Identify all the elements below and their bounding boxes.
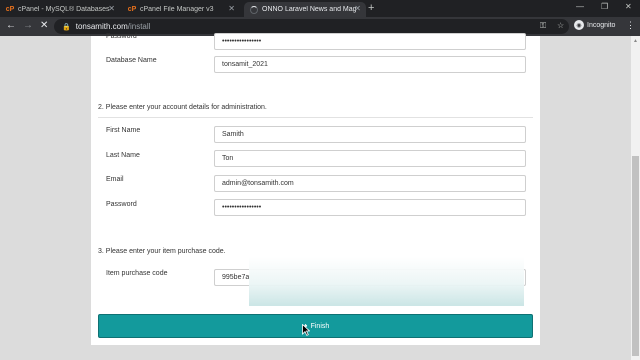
install-form-card: Password •••••••••••••••• Database Name … <box>91 33 540 345</box>
url-host: tonsamith.com <box>75 22 128 31</box>
finish-label: Finish <box>310 322 330 330</box>
tab-onno-install[interactable]: ONNO Laravel News and Magazi ✕ <box>244 2 366 17</box>
finish-button[interactable]: ➜ Finish <box>98 314 533 338</box>
mouse-pointer-icon <box>302 324 310 336</box>
close-window-icon[interactable]: ✕ <box>625 2 632 11</box>
cpanel-icon: cP <box>127 6 137 13</box>
tab-label: ONNO Laravel News and Magazi <box>262 6 356 13</box>
page-viewport: Password •••••••••••••••• Database Name … <box>0 33 640 360</box>
tab-cpanel-mysql[interactable]: cP cPanel - MySQL® Databases ✕ <box>0 2 120 17</box>
restore-icon[interactable]: ❐ <box>601 2 608 11</box>
url-path: /install <box>127 22 151 31</box>
loading-spinner-icon <box>250 5 258 14</box>
menu-dots-icon[interactable]: ⋮ <box>626 20 635 31</box>
cpanel-icon: cP <box>5 6 15 13</box>
forward-arrow-icon[interactable]: → <box>23 20 33 31</box>
back-arrow-icon[interactable]: ← <box>6 20 16 31</box>
tab-strip: cP cPanel - MySQL® Databases ✕ cP cPanel… <box>0 0 640 17</box>
password-top-field[interactable]: •••••••••••••••• <box>214 33 526 50</box>
purchase-code-label: Item purchase code <box>106 270 168 277</box>
key-icon[interactable]: ⚿ <box>540 21 546 31</box>
first-name-field[interactable]: Samith <box>214 126 526 143</box>
lock-icon: 🔒 <box>62 23 71 31</box>
tab-cpanel-file-manager[interactable]: cP cPanel File Manager v3 ✕ <box>122 2 240 17</box>
last-name-label: Last Name <box>106 152 140 159</box>
first-name-label: First Name <box>106 127 141 134</box>
section-3-title: 3. Please enter your item purchase code. <box>98 248 226 255</box>
incognito-indicator[interactable]: ◉ Incognito <box>574 20 615 30</box>
address-bar[interactable]: 🔒 tonsamith.com/install <box>54 19 569 34</box>
incognito-icon: ◉ <box>574 20 584 30</box>
password-top-label: Password <box>106 33 137 40</box>
database-name-field[interactable]: tonsamit_2021 <box>214 56 526 73</box>
last-name-field[interactable]: Ton <box>214 150 526 167</box>
incognito-label: Incognito <box>587 21 616 29</box>
database-name-label: Database Name <box>106 57 157 64</box>
tab-label: cPanel - MySQL® Databases <box>18 6 110 13</box>
close-icon[interactable]: ✕ <box>108 4 115 13</box>
email-field[interactable]: admin@tonsamith.com <box>214 175 526 192</box>
section-divider <box>98 117 533 118</box>
email-label: Email <box>106 176 124 183</box>
password-label: Password <box>106 201 137 208</box>
close-icon[interactable]: ✕ <box>354 4 361 13</box>
new-tab-plus-icon[interactable]: + <box>368 2 374 14</box>
password-field[interactable]: •••••••••••••••• <box>214 199 526 216</box>
minimize-icon[interactable]: — <box>576 2 584 11</box>
page-scrollbar[interactable]: ▲ <box>631 36 640 360</box>
close-icon[interactable]: ✕ <box>228 4 235 13</box>
scroll-up-arrow-icon[interactable]: ▲ <box>633 38 638 44</box>
tab-label: cPanel File Manager v3 <box>140 6 214 13</box>
scrollbar-thumb[interactable] <box>632 156 639 356</box>
star-icon[interactable]: ☆ <box>557 21 564 30</box>
redaction-overlay <box>249 257 524 306</box>
stop-loading-icon[interactable]: ✕ <box>40 20 48 31</box>
section-2-title: 2. Please enter your account details for… <box>98 104 267 111</box>
